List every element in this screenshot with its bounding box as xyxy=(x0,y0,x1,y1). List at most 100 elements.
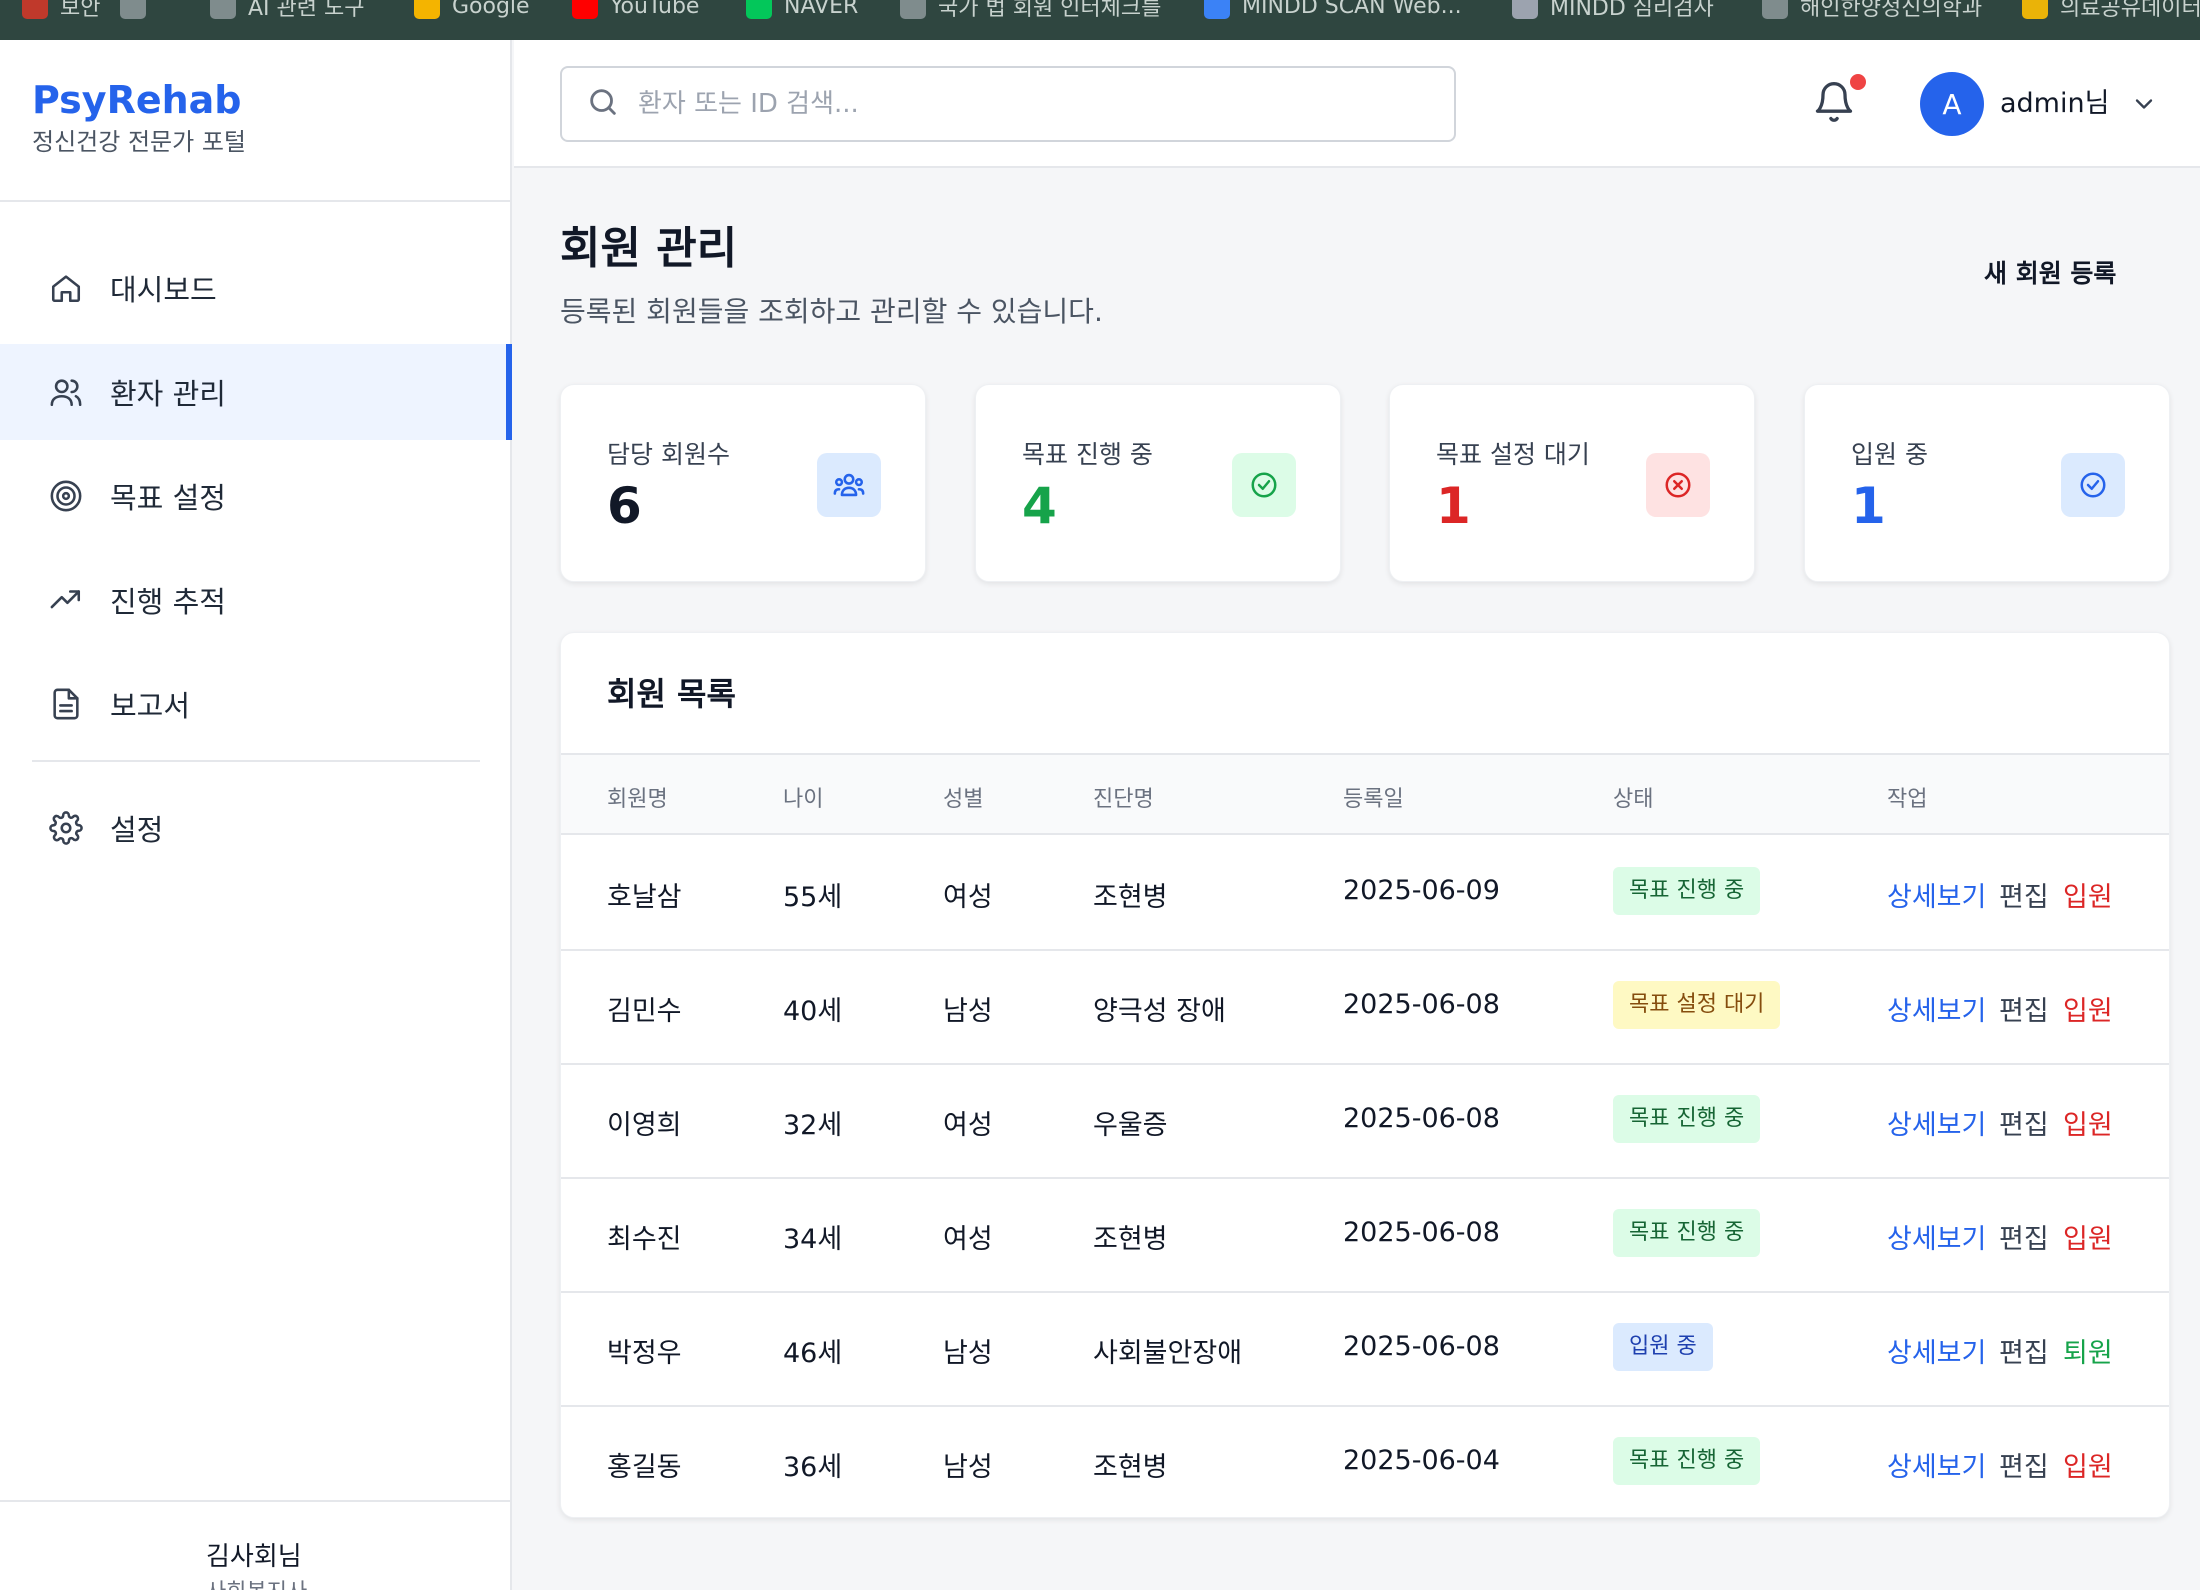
edit-link[interactable]: 편집 xyxy=(1999,1217,2049,1256)
sidebar-item-patients[interactable]: 환자 관리 xyxy=(0,344,512,440)
chevron-down-icon[interactable] xyxy=(2130,90,2158,118)
user-name[interactable]: admin님 xyxy=(2000,84,2109,124)
sidebar-item-label: 대시보드 xyxy=(110,273,217,307)
date-cell: 2025-06-08 xyxy=(1343,989,1500,1020)
bookmark-favicon-icon xyxy=(210,0,236,19)
stat-label: 입원 중 xyxy=(1851,440,1928,469)
bookmark-label: AI 관련 도구 xyxy=(248,0,365,21)
admit-toggle-link[interactable]: 입원 xyxy=(2063,1445,2113,1484)
stat-value: 6 xyxy=(607,477,642,535)
age-cell: 46세 xyxy=(783,1338,843,1369)
check-circle-icon xyxy=(1232,453,1296,517)
edit-link[interactable]: 편집 xyxy=(1999,875,2049,914)
gender-cell: 여성 xyxy=(943,1110,993,1141)
bookmark-item[interactable]: MINDD 심리검사 xyxy=(1512,0,1714,26)
bookmark-label: 해인한양정신의학과 xyxy=(1800,0,1983,21)
bookmark-label: MINDD 심리검사 xyxy=(1550,0,1714,21)
bookmark-item[interactable]: MINDD SCAN Web... xyxy=(1204,0,1462,26)
notification-dot xyxy=(1850,74,1866,90)
edit-link[interactable]: 편집 xyxy=(1999,1103,2049,1142)
x-circle-icon xyxy=(1646,453,1710,517)
age-cell: 36세 xyxy=(783,1452,843,1483)
bookmark-favicon-icon xyxy=(572,0,598,19)
sidebar-nav: 대시보드 환자 관리 목표 설정 진행 추적 보고서 설정 xyxy=(0,240,512,884)
bookmark-label: 보안 xyxy=(60,0,101,21)
search-input[interactable] xyxy=(638,89,1418,119)
gender-cell: 여성 xyxy=(943,882,993,913)
users-icon xyxy=(46,372,86,412)
stat-label: 목표 설정 대기 xyxy=(1436,440,1590,469)
sidebar-item-goals[interactable]: 목표 설정 xyxy=(0,448,512,544)
diagnosis-cell: 우울증 xyxy=(1093,1110,1168,1141)
stat-card-waiting: 목표 설정 대기 1 xyxy=(1389,384,1755,582)
sidebar-item-settings[interactable]: 설정 xyxy=(0,780,512,876)
date-cell: 2025-06-08 xyxy=(1343,1217,1500,1248)
diagnosis-cell: 양극성 장애 xyxy=(1093,996,1226,1027)
admit-toggle-link[interactable]: 입원 xyxy=(2063,875,2113,914)
sidebar-nav-divider xyxy=(32,760,480,762)
bookmark-favicon-icon xyxy=(746,0,772,19)
view-detail-link[interactable]: 상세보기 xyxy=(1887,989,1986,1028)
sidebar-divider xyxy=(0,200,512,202)
new-member-button[interactable]: 새 회원 등록 xyxy=(1984,254,2116,290)
bookmark-item[interactable]: NAVER xyxy=(746,0,858,26)
view-detail-link[interactable]: 상세보기 xyxy=(1887,1445,1986,1484)
search-box[interactable] xyxy=(560,66,1456,142)
view-detail-link[interactable]: 상세보기 xyxy=(1887,1331,1986,1370)
search-icon xyxy=(586,85,620,123)
member-name-cell: 홍길동 xyxy=(607,1452,682,1483)
sidebar: PsyRehab 정신건강 전문가 포털 대시보드 환자 관리 목표 설정 진행… xyxy=(0,40,512,1590)
stat-value: 4 xyxy=(1022,477,1057,535)
diagnosis-cell: 조현병 xyxy=(1093,882,1168,913)
admit-toggle-link[interactable]: 퇴원 xyxy=(2063,1331,2113,1370)
stat-value: 1 xyxy=(1436,477,1471,535)
bookmark-favicon-icon xyxy=(1762,0,1788,19)
brand-title[interactable]: PsyRehab xyxy=(32,76,246,124)
table-row: 최수진 34세 여성 조현병 2025-06-08 목표 진행 중 상세보기 편집 입원 xyxy=(561,1179,2169,1293)
member-name-cell: 호날삼 xyxy=(607,882,682,913)
view-detail-link[interactable]: 상세보기 xyxy=(1887,1217,1986,1256)
admit-toggle-link[interactable]: 입원 xyxy=(2063,1103,2113,1142)
column-header-gender: 성별 xyxy=(943,787,984,812)
bookmark-item[interactable]: 해인한양정신의학과 xyxy=(1762,0,1982,26)
group-icon xyxy=(817,453,881,517)
sidebar-user-role: 사회복지사 xyxy=(206,1574,307,1590)
view-detail-link[interactable]: 상세보기 xyxy=(1887,1103,1986,1142)
member-name-cell: 김민수 xyxy=(607,996,682,1027)
bookmark-item[interactable] xyxy=(120,0,146,26)
bookmark-item[interactable]: Google xyxy=(414,0,530,26)
sidebar-item-label: 보고서 xyxy=(110,689,191,723)
edit-link[interactable]: 편집 xyxy=(1999,1331,2049,1370)
home-icon xyxy=(46,268,86,308)
document-icon xyxy=(46,684,86,724)
bookmark-item[interactable]: 국가 법 회원 인터체크를 xyxy=(900,0,1161,26)
age-cell: 32세 xyxy=(783,1110,843,1141)
table-row: 호날삼 55세 여성 조현병 2025-06-09 목표 진행 중 상세보기 편집 입원 xyxy=(561,837,2169,951)
sidebar-item-dashboard[interactable]: 대시보드 xyxy=(0,240,512,336)
table-row: 박정우 46세 남성 사회불안장애 2025-06-08 입원 중 상세보기 편집 퇴원 xyxy=(561,1293,2169,1407)
bookmark-favicon-icon xyxy=(2022,0,2048,19)
admit-toggle-link[interactable]: 입원 xyxy=(2063,1217,2113,1256)
status-badge: 입원 중 xyxy=(1613,1323,1713,1371)
bookmark-item[interactable]: YouTube xyxy=(572,0,699,26)
view-detail-link[interactable]: 상세보기 xyxy=(1887,875,1986,914)
bookmark-label: Google xyxy=(452,0,530,19)
bookmark-label: 국가 법 회원 인터체크를 xyxy=(938,0,1162,21)
member-name-cell: 최수진 xyxy=(607,1224,682,1255)
stat-card-total: 담당 회원수 6 xyxy=(560,384,926,582)
page-title: 회원 관리 xyxy=(560,223,738,274)
stat-label: 목표 진행 중 xyxy=(1022,440,1153,469)
edit-link[interactable]: 편집 xyxy=(1999,1445,2049,1484)
date-cell: 2025-06-09 xyxy=(1343,875,1500,906)
bookmark-item[interactable]: 의료공유데이터 xyxy=(2022,0,2200,26)
sidebar-item-progress[interactable]: 진행 추적 xyxy=(0,552,512,648)
edit-link[interactable]: 편집 xyxy=(1999,989,2049,1028)
sidebar-item-reports[interactable]: 보고서 xyxy=(0,656,512,752)
bookmark-item[interactable]: AI 관련 도구 xyxy=(210,0,365,26)
gender-cell: 남성 xyxy=(943,1338,993,1369)
bookmark-item[interactable]: 보안 xyxy=(22,0,100,26)
member-name-cell: 박정우 xyxy=(607,1338,682,1369)
admit-toggle-link[interactable]: 입원 xyxy=(2063,989,2113,1028)
stat-label: 담당 회원수 xyxy=(607,440,730,469)
avatar[interactable]: A xyxy=(1920,72,1984,136)
